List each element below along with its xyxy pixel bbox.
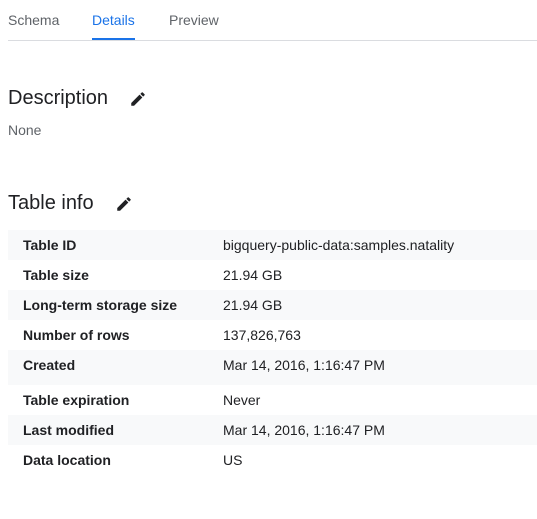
row-label: Table size [23,267,89,283]
table-row: Table size 21.94 GB [8,260,537,290]
row-label: Last modified [23,422,115,438]
table-row: Number of rows 137,826,763 [8,320,537,350]
table-info-heading: Table info [8,192,94,214]
tab-preview[interactable]: Preview [169,0,219,40]
tab-details[interactable]: Details [92,0,135,40]
table-row: Long-term storage size 21.94 GB [8,290,537,320]
tab-schema[interactable]: Schema [8,0,59,40]
row-value: Never [223,392,261,408]
description-heading: Description [8,87,109,109]
edit-icon[interactable] [115,195,133,213]
row-label: Table ID [23,237,77,253]
row-value: 21.94 GB [223,267,283,283]
row-value: 21.94 GB [223,297,283,313]
row-value: Mar 14, 2016, 1:16:47 PM [223,357,385,373]
row-label: Created [23,357,76,373]
table-info-list: Table ID bigquery-public-data:samples.na… [8,230,537,475]
table-row: Table expiration Never [8,385,537,415]
row-label: Data location [23,452,111,468]
row-label: Long-term storage size [23,297,178,313]
row-value: US [223,452,243,468]
table-row: Data location US [8,445,537,475]
description-value: None [8,122,42,138]
table-row: Last modified Mar 14, 2016, 1:16:47 PM [8,415,537,445]
table-row: Created Mar 14, 2016, 1:16:47 PM [8,350,537,385]
table-row: Table ID bigquery-public-data:samples.na… [8,230,537,260]
row-value: 137,826,763 [223,327,301,343]
row-value: Mar 14, 2016, 1:16:47 PM [223,422,385,438]
tab-bar: Schema Details Preview [8,0,537,41]
row-label: Table expiration [23,392,130,408]
row-label: Number of rows [23,327,130,343]
row-value: bigquery-public-data:samples.natality [223,237,455,253]
edit-icon[interactable] [129,90,147,108]
